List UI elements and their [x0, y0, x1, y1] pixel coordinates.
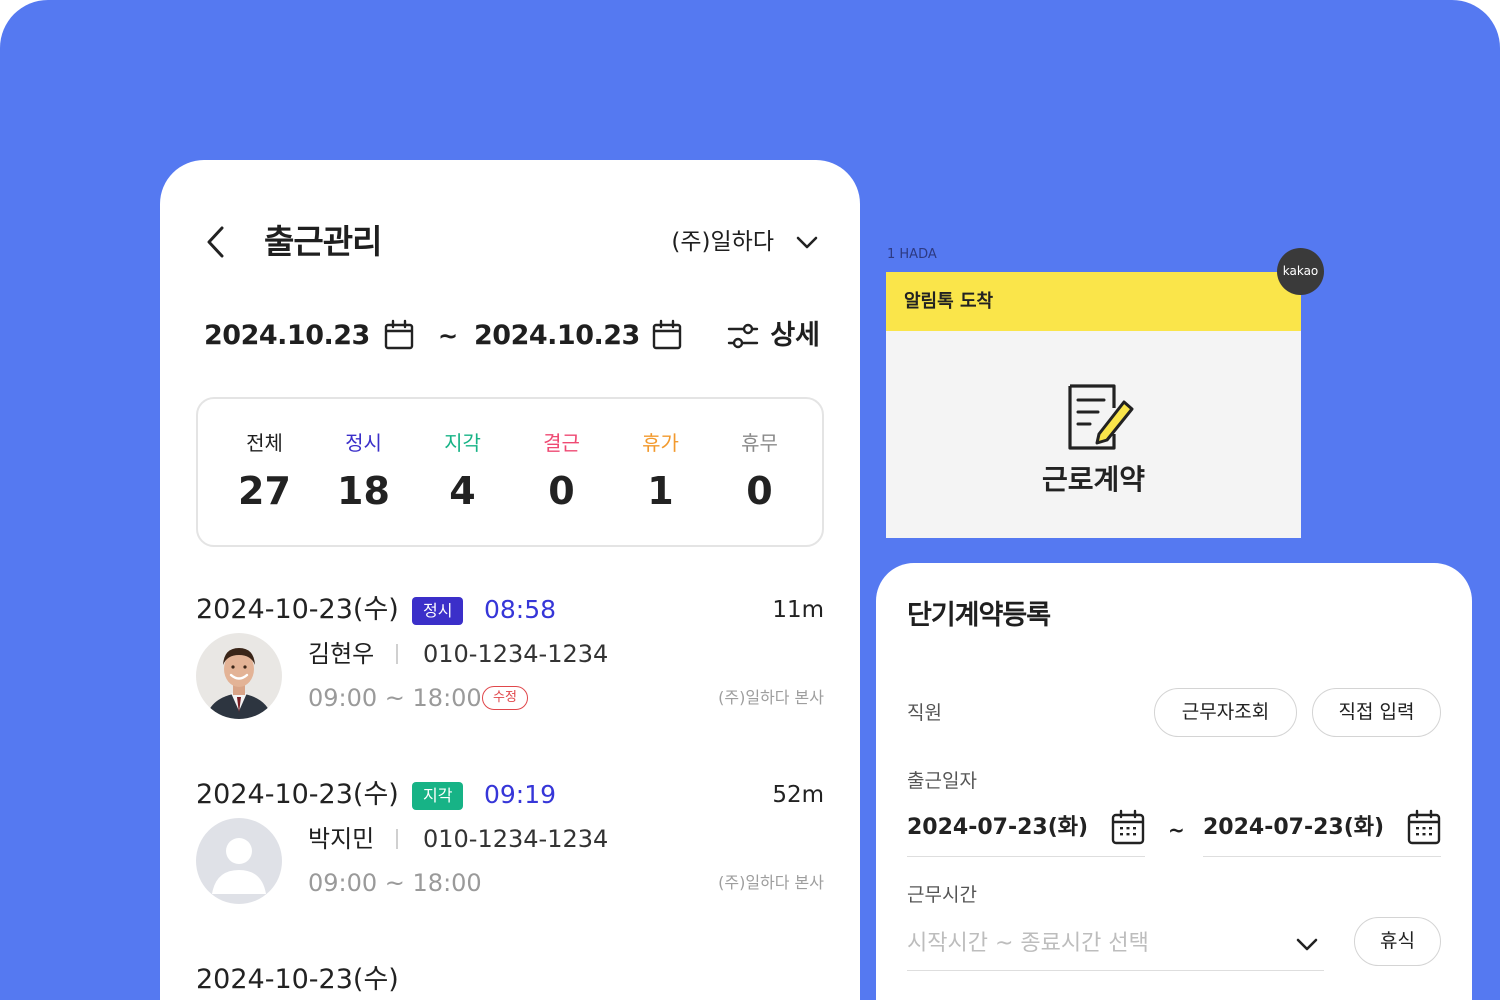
attendance-header: 출근관리 (주)일하다	[200, 220, 820, 264]
date-from-text[interactable]: 2024.10.23	[204, 314, 370, 358]
stat-label: 지각	[444, 431, 481, 455]
form-title: 단기계약등록	[907, 600, 1051, 631]
avatar	[196, 633, 282, 719]
attendance-record[interactable]: 2024-10-23(수)	[196, 960, 824, 1000]
stat-value: 18	[337, 469, 390, 513]
scheduled-hours: 09:00 ~ 18:00	[308, 869, 482, 897]
record-check-in-time: 08:58	[484, 595, 557, 624]
stat-label: 휴가	[642, 431, 679, 455]
stat-absent[interactable]: 결근 0	[512, 429, 611, 521]
stat-label: 휴무	[741, 431, 778, 455]
employee-phone: 010-1234-1234	[423, 640, 609, 668]
start-date-field[interactable]: 2024-07-23(화)	[907, 805, 1145, 857]
record-date: 2024-10-23(수)	[196, 779, 399, 810]
status-badge: 정시	[412, 597, 464, 625]
kakao-header: 알림톡 도착	[886, 272, 1301, 331]
date-from-value: 2024-07-23(화)	[907, 815, 1089, 840]
kakao-badge: kakao	[1277, 248, 1324, 295]
work-time-select[interactable]: 시작시간 ~ 종료시간 선택	[907, 921, 1324, 971]
record-date: 2024-10-23(수)	[196, 964, 399, 995]
stat-value: 1	[647, 469, 674, 513]
sender-label: 1 HADA	[887, 247, 937, 262]
range-separator: ~	[438, 322, 459, 350]
detail-filter-button[interactable]: 상세	[726, 314, 820, 358]
work-time-label: 근무시간	[907, 884, 977, 906]
calendar-grid-icon	[1111, 809, 1145, 845]
scheduled-hours: 09:00 ~ 18:00	[308, 684, 482, 712]
contract-form-card: 단기계약등록 직원 근무자조회 직접 입력 출근일자 2024-07-23(화)…	[876, 563, 1472, 1000]
stat-vacation[interactable]: 휴가 1	[611, 429, 710, 521]
stat-value: 0	[548, 469, 575, 513]
calendar-grid-icon	[1407, 809, 1441, 845]
employee-label: 직원	[907, 702, 942, 724]
divider	[396, 829, 398, 849]
attendance-record[interactable]: 2024-10-23(수) 정시 08:58 11m 김현우 010-1234-…	[196, 590, 824, 740]
status-badge: 지각	[412, 782, 464, 810]
date-to-value: 2024-07-23(화)	[1203, 815, 1385, 840]
stat-on-time[interactable]: 정시 18	[314, 429, 413, 521]
calendar-icon[interactable]	[650, 318, 684, 352]
avatar-placeholder-icon	[196, 818, 282, 904]
branch-name: (주)일하다 본사	[718, 873, 824, 892]
company-dropdown[interactable]: (주)일하다	[671, 220, 820, 264]
page-title: 출근관리	[264, 222, 382, 261]
attendance-card: 출근관리 (주)일하다 2024.10.23 ~ 2024.10.23 상세 전…	[160, 160, 860, 1000]
record-check-in-time: 09:19	[484, 780, 557, 809]
employee-name: 박지민	[308, 825, 375, 853]
record-duration: 11m	[772, 597, 824, 623]
branch-name: (주)일하다 본사	[718, 688, 824, 707]
date-range-row: 2024.10.23 ~ 2024.10.23 상세	[204, 314, 824, 358]
date-to-text[interactable]: 2024.10.23	[474, 314, 640, 358]
stat-late[interactable]: 지각 4	[413, 429, 512, 521]
employee-phone: 010-1234-1234	[423, 825, 609, 853]
stat-label: 결근	[543, 431, 580, 455]
chevron-down-icon	[796, 236, 818, 249]
chevron-down-icon	[1296, 938, 1318, 951]
stat-total[interactable]: 전체 27	[215, 429, 314, 521]
break-button[interactable]: 휴식	[1354, 917, 1441, 966]
background-canvas: 출근관리 (주)일하다 2024.10.23 ~ 2024.10.23 상세 전…	[0, 0, 1500, 1000]
record-duration: 52m	[772, 782, 824, 808]
start-date-label: 출근일자	[907, 770, 977, 792]
stat-value: 0	[746, 469, 773, 513]
stat-value: 27	[238, 469, 291, 513]
employee-name: 김현우	[308, 640, 375, 668]
kakao-message: 근로계약	[1041, 463, 1146, 496]
record-date: 2024-10-23(수)	[196, 594, 399, 625]
kakao-notification-card[interactable]: 알림톡 도착 근로계약	[886, 272, 1301, 538]
work-time-placeholder: 시작시간 ~ 종료시간 선택	[907, 931, 1149, 956]
end-date-field[interactable]: 2024-07-23(화)	[1203, 805, 1441, 857]
company-name: (주)일하다	[671, 229, 774, 255]
stat-value: 4	[449, 469, 476, 513]
search-worker-button[interactable]: 근무자조회	[1154, 688, 1297, 737]
sliders-icon	[728, 323, 759, 349]
stat-day-off[interactable]: 휴무 0	[710, 429, 809, 521]
attendance-stats: 전체 27 정시 18 지각 4 결근 0 휴가 1 휴무 0	[196, 397, 824, 547]
divider	[396, 644, 398, 664]
back-chevron-icon[interactable]	[200, 224, 236, 260]
manual-input-button[interactable]: 직접 입력	[1312, 688, 1441, 737]
stat-label: 정시	[345, 431, 382, 455]
stat-label: 전체	[246, 431, 283, 455]
attendance-record[interactable]: 2024-10-23(수) 지각 09:19 52m 박지민 010-1234-…	[196, 775, 824, 925]
contract-edit-icon	[1068, 384, 1134, 450]
calendar-icon[interactable]	[382, 318, 416, 352]
detail-label: 상세	[770, 320, 820, 351]
range-separator: ~	[1168, 818, 1185, 842]
edit-button[interactable]: 수정	[482, 686, 528, 710]
